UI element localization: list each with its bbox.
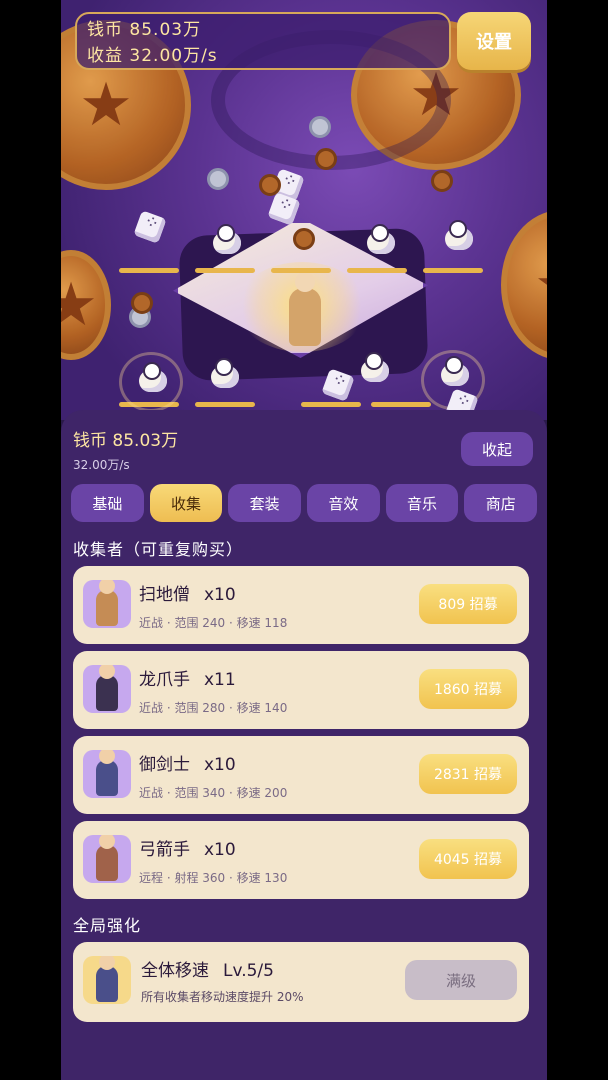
- background-coin: [501, 210, 547, 360]
- upgrade-name: 全体移速: [141, 961, 209, 981]
- collector-count: x10: [204, 840, 236, 860]
- collector-stats: 近战 · 范围 340 · 移速 200: [139, 786, 288, 800]
- panda-collector[interactable]: [361, 352, 389, 382]
- recruit-button[interactable]: 2831 招募: [419, 754, 517, 794]
- panda-collector[interactable]: [213, 224, 241, 254]
- bronze-coin-pickup[interactable]: [315, 148, 337, 170]
- swordsman-icon: [83, 750, 131, 798]
- collector-stats: 远程 · 射程 360 · 移速 130: [139, 871, 288, 885]
- upgrade-level: Lv.5/5: [223, 961, 274, 981]
- dragon-claw-fighter-icon: [83, 665, 131, 713]
- recruit-button[interactable]: 4045 招募: [419, 839, 517, 879]
- collector-stats: 近战 · 范围 240 · 移速 118: [139, 616, 288, 630]
- collector-name: 龙爪手: [139, 670, 190, 690]
- speed-upgrade-icon: [83, 956, 131, 1004]
- collector-name: 扫地僧: [139, 585, 190, 605]
- slot-bar: [119, 268, 179, 273]
- bronze-coin-pickup[interactable]: [431, 170, 453, 192]
- tab-outfit[interactable]: 套装: [228, 484, 302, 522]
- tab-shop[interactable]: 商店: [464, 484, 538, 522]
- slot-bar: [195, 268, 255, 273]
- tab-sound-effects[interactable]: 音效: [307, 484, 380, 522]
- upgrade-description: 所有收集者移动速度提升 20%: [141, 990, 304, 1004]
- collector-count: x10: [204, 755, 236, 775]
- collector-stats: 近战 · 范围 280 · 移速 140: [139, 701, 288, 715]
- collector-card: 弓箭手 x10 远程 · 射程 360 · 移速 130 4045 招募: [73, 821, 529, 899]
- tab-music[interactable]: 音乐: [385, 484, 459, 522]
- slot-bar: [347, 268, 407, 273]
- upgrade-panel: 钱币 85.03万 32.00万/s 收起 基础 收集 套装 音效 音乐 商店 …: [61, 410, 547, 1080]
- collapse-button[interactable]: 收起: [461, 432, 533, 466]
- hud-income: 收益 32.00万/s: [87, 46, 218, 66]
- recruit-button[interactable]: 1860 招募: [419, 669, 517, 709]
- tab-basic[interactable]: 基础: [71, 484, 144, 522]
- bronze-coin-pickup[interactable]: [259, 174, 281, 196]
- collectors-section-title: 收集者（可重复购买）: [73, 540, 244, 559]
- archer-icon: [83, 835, 131, 883]
- hud-coins: 钱币 85.03万: [87, 20, 202, 40]
- collector-card: 御剑士 x10 近战 · 范围 340 · 移速 200 2831 招募: [73, 736, 529, 814]
- dice-pickup[interactable]: [133, 210, 167, 244]
- global-upgrade-title: 全局强化: [73, 916, 142, 935]
- silver-coin-pickup[interactable]: [207, 168, 229, 190]
- silver-coin-pickup[interactable]: [309, 116, 331, 138]
- max-level-button[interactable]: 满级: [405, 960, 517, 1000]
- panel-tabs: 基础 收集 套装 音效 音乐 商店: [71, 484, 538, 524]
- slot-ring: [119, 352, 183, 412]
- bronze-coin-pickup[interactable]: [131, 292, 153, 314]
- collector-name: 御剑士: [139, 755, 190, 775]
- slot-bar: [195, 402, 255, 407]
- dice-pickup[interactable]: [267, 192, 301, 226]
- collector-card: 龙爪手 x11 近战 · 范围 280 · 移速 140 1860 招募: [73, 651, 529, 729]
- monk-icon: [83, 580, 131, 628]
- collector-count: x11: [204, 670, 236, 690]
- slot-bar: [423, 268, 483, 273]
- panda-collector[interactable]: [367, 224, 395, 254]
- collector-count: x10: [204, 585, 236, 605]
- collector-card: 扫地僧 x10 近战 · 范围 240 · 移速 118 809 招募: [73, 566, 529, 644]
- panda-collector[interactable]: [445, 220, 473, 250]
- slot-bar: [271, 268, 331, 273]
- bronze-coin-pickup[interactable]: [293, 228, 315, 250]
- recruit-button[interactable]: 809 招募: [419, 584, 517, 624]
- resource-hud: 钱币 85.03万 收益 32.00万/s: [75, 12, 451, 70]
- slot-bar: [301, 402, 361, 407]
- hero-character[interactable]: [289, 272, 321, 346]
- panda-collector[interactable]: [211, 358, 239, 388]
- game-screen: 钱币 85.03万 收益 32.00万/s 设置 钱币 85.03万 32.00…: [61, 0, 547, 1080]
- panel-coins: 钱币 85.03万: [73, 431, 179, 451]
- collector-name: 弓箭手: [139, 840, 190, 860]
- slot-bar: [371, 402, 431, 407]
- global-upgrade-card: 全体移速 Lv.5/5 所有收集者移动速度提升 20% 满级: [73, 942, 529, 1022]
- settings-button[interactable]: 设置: [457, 12, 531, 70]
- panel-rate: 32.00万/s: [73, 458, 130, 472]
- tab-collect[interactable]: 收集: [149, 484, 223, 522]
- background-coin: [61, 250, 111, 360]
